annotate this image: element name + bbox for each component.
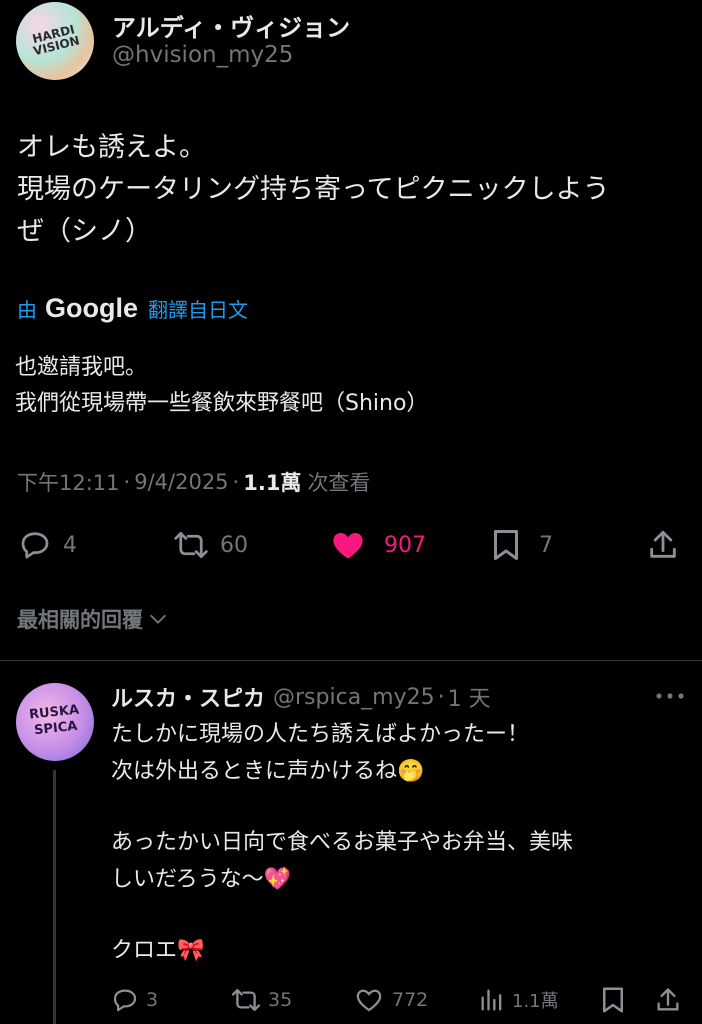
reply-sort-dropdown[interactable]: 最相關的回覆 [17,604,169,634]
reply-views-button[interactable]: 1.1萬 [478,985,559,1015]
heart-filled-icon [330,527,366,563]
thread-line [53,770,56,1024]
reply-reply-button[interactable]: 3 [110,985,158,1015]
tweet-time[interactable]: 下午12:11 [17,467,120,497]
tweet-date[interactable]: 9/4/2025 [134,470,228,494]
bookmark-count: 7 [539,532,553,558]
reply-text-line: しいだろうな～💖 [111,867,292,892]
translated-line: 也邀請我吧。 [15,355,148,380]
translation-by: 由 [17,297,37,322]
like-button[interactable]: 907 [330,527,426,563]
translation-attribution[interactable]: 由 Google 翻譯自日文 [17,290,248,326]
reply-author-name[interactable]: ルスカ・スピカ [111,681,265,713]
tweet-text-line: 現場のケータリング持ち寄ってピクニックしよう [17,174,610,205]
bookmark-icon [491,527,521,563]
views-count[interactable]: 1.1萬 [243,467,301,497]
tweet-text-line: オレも誘えよ。 [17,132,206,163]
author-avatar[interactable]: HARDI VISION [16,2,94,80]
author-handle[interactable]: @hvision_my25 [112,42,293,68]
reply-button[interactable]: 4 [17,527,77,563]
author-name[interactable]: アルディ・ヴィジョン [112,8,350,43]
retweet-icon [230,985,262,1015]
reply-header: ルスカ・スピカ @rspica_my25 · 1 天 [111,681,491,713]
reply-icon [110,985,140,1015]
retweet-button[interactable]: 60 [172,527,248,563]
share-icon [646,527,680,563]
chevron-down-icon [147,608,169,630]
divider [0,660,702,661]
reply-handle[interactable]: @rspica_my25 [273,685,435,710]
reply-retweet-button[interactable]: 35 [230,985,292,1015]
translated-line: 我們從現場帶一些餐飲來野餐吧（Shino） [15,391,429,416]
analytics-icon [478,985,506,1015]
reply-author-avatar[interactable]: RUSKA SPICA [16,683,94,761]
tweet-text-line: ぜ（シノ） [17,216,152,247]
translated-text: 也邀請我吧。 我們從現場帶一些餐飲來野餐吧（Shino） [15,350,428,422]
heart-icon [354,985,384,1015]
views-label: 次查看 [307,471,371,495]
more-options-icon[interactable] [655,692,685,700]
reply-like-button[interactable]: 772 [354,985,428,1015]
bookmark-icon [600,985,626,1015]
share-icon [654,985,682,1015]
retweet-icon [172,527,210,563]
google-logo: Google [45,292,138,323]
reply-sort-label: 最相關的回覆 [17,608,143,632]
reply-share-button[interactable] [654,985,682,1015]
reply-text-line: あったかい日向で食べるお菓子やお弁当、美味 [111,830,574,855]
reply-reply-count: 3 [146,989,159,1011]
reply-age[interactable]: 1 天 [448,681,491,713]
like-count: 907 [384,532,426,558]
reply-text: たしかに現場の人たち誘えばよかったー！ 次は外出るときに声かけるね🤭 あったかい… [111,716,573,969]
reply-avatar-logo: RUSKA SPICA [28,702,80,739]
avatar-logo: HARDI VISION [30,22,81,59]
tweet-meta: 下午12:11 · 9/4/2025 · 1.1萬 次查看 [17,467,370,497]
share-button[interactable] [646,527,680,563]
reply-views-count: 1.1萬 [512,991,559,1012]
reply-icon [17,527,53,563]
reply-text-line: クロエ🎀 [111,938,205,963]
tweet-text: オレも誘えよ。 現場のケータリング持ち寄ってピクニックしよう ぜ（シノ） [17,127,610,253]
reply-bookmark-button[interactable] [600,985,626,1015]
reply-text-line: たしかに現場の人たち誘えばよかったー！ [111,722,530,747]
reply-like-count: 772 [392,989,429,1011]
bookmark-button[interactable]: 7 [491,527,553,563]
reply-text-line: 次は外出るときに声かけるね🤭 [111,759,425,784]
retweet-count: 60 [220,532,248,558]
reply-retweet-count: 35 [268,989,293,1011]
translation-label: 翻譯自日文 [148,297,248,322]
reply-count: 4 [63,532,77,558]
